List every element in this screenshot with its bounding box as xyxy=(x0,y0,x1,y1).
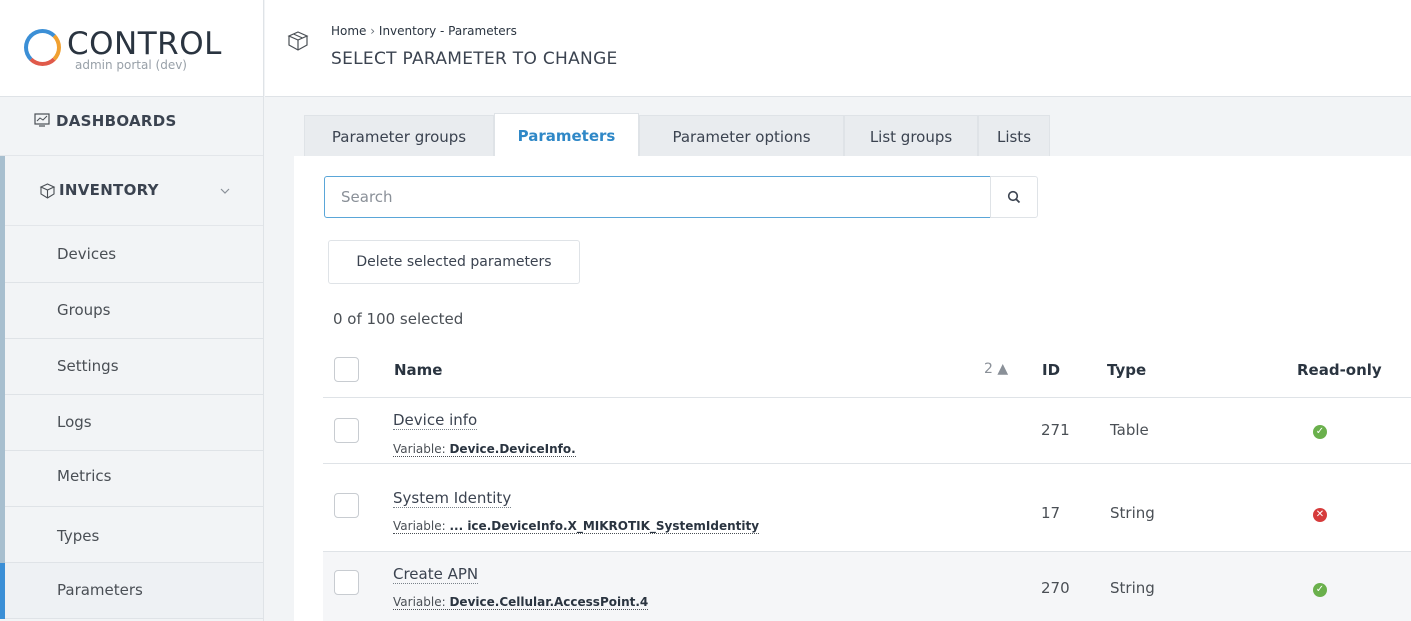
variable-label: Variable: xyxy=(393,442,446,456)
breadcrumb-current: Inventory - Parameters xyxy=(378,24,517,38)
sidebar-item-label: Settings xyxy=(57,357,119,375)
page-header: Home › Inventory - Parameters SELECT PAR… xyxy=(265,0,1411,97)
tab-parameter-groups[interactable]: Parameter groups xyxy=(304,115,494,157)
app-title: CONTROL xyxy=(67,26,222,62)
row-type: String xyxy=(1110,579,1155,597)
row-variable: Variable: Device.Cellular.AccessPoint.4 xyxy=(393,595,649,610)
delete-selected-button[interactable]: Delete selected parameters xyxy=(328,240,580,284)
row-id: 271 xyxy=(1041,421,1070,439)
column-header-type[interactable]: Type xyxy=(1107,361,1146,379)
logo[interactable]: CONTROL admin portal (dev) xyxy=(0,0,263,97)
variable-value: Device.Cellular.AccessPoint.4 xyxy=(449,595,649,609)
chevron-down-icon[interactable] xyxy=(220,188,230,195)
row-name-link[interactable]: Device info xyxy=(393,412,478,430)
search-icon xyxy=(1007,190,1021,204)
sidebar-dashboards-label: DASHBOARDS xyxy=(56,112,177,130)
sidebar-item-label: Metrics xyxy=(57,467,112,485)
row-checkbox[interactable] xyxy=(334,493,359,518)
inventory-accent-bar-upper xyxy=(0,156,5,563)
row-variable: Variable: Device.DeviceInfo. xyxy=(393,442,576,457)
variable-label: Variable: xyxy=(393,595,446,609)
tab-list-groups[interactable]: List groups xyxy=(844,115,978,157)
selection-count: 0 of 100 selected xyxy=(333,310,464,328)
row-type: Table xyxy=(1110,421,1149,439)
sidebar-item-dashboards[interactable]: DASHBOARDS xyxy=(0,98,263,156)
tab-lists[interactable]: Lists xyxy=(978,115,1050,157)
readonly-yes-icon: ✓ xyxy=(1313,425,1327,439)
search-button[interactable] xyxy=(990,176,1038,218)
row-variable: Variable: ... ice.DeviceInfo.X_MIKROTIK_… xyxy=(393,519,760,534)
breadcrumb-home-link[interactable]: Home xyxy=(331,24,366,38)
tab-label: Parameters xyxy=(517,126,616,145)
logo-ring-icon xyxy=(24,29,61,66)
sidebar-item-settings[interactable]: Settings xyxy=(0,339,263,395)
sidebar-item-parameters[interactable]: Parameters xyxy=(0,563,263,619)
sidebar-item-inventory[interactable]: INVENTORY xyxy=(0,156,263,226)
sidebar-item-label: Types xyxy=(57,527,100,545)
sidebar-item-types[interactable]: Types xyxy=(0,507,263,563)
page-title: SELECT PARAMETER TO CHANGE xyxy=(331,49,618,69)
column-header-name[interactable]: Name xyxy=(394,361,442,379)
tab-label: Parameter groups xyxy=(331,127,467,146)
row-type: String xyxy=(1110,504,1155,522)
sort-indicator[interactable]: 2 ▲ xyxy=(984,361,1008,377)
breadcrumb-separator: › xyxy=(370,24,376,38)
readonly-no-icon: ✕ xyxy=(1313,508,1327,522)
row-checkbox[interactable] xyxy=(334,570,359,595)
dashboard-icon xyxy=(34,113,50,127)
table-row[interactable]: Device info Variable: Device.DeviceInfo.… xyxy=(323,398,1411,464)
table-row[interactable]: Create APN Variable: Device.Cellular.Acc… xyxy=(323,552,1411,621)
column-header-readonly[interactable]: Read-only xyxy=(1297,361,1382,379)
sidebar-item-devices[interactable]: Devices xyxy=(0,227,263,283)
row-id: 270 xyxy=(1041,579,1070,597)
row-name-link[interactable]: Create APN xyxy=(393,566,479,584)
breadcrumb: Home › Inventory - Parameters xyxy=(331,24,517,38)
sidebar-item-logs[interactable]: Logs xyxy=(0,395,263,451)
sidebar-inventory-label: INVENTORY xyxy=(59,181,159,199)
row-name-link[interactable]: System Identity xyxy=(393,490,512,508)
tab-label: Parameter options xyxy=(672,127,811,146)
tab-parameters[interactable]: Parameters xyxy=(494,113,639,157)
active-item-indicator xyxy=(0,563,5,619)
tab-label: Lists xyxy=(996,127,1032,146)
table-row[interactable]: System Identity Variable: ... ice.Device… xyxy=(323,464,1411,552)
inventory-box-icon xyxy=(39,183,56,199)
inventory-box-icon xyxy=(287,31,309,51)
row-checkbox[interactable] xyxy=(334,418,359,443)
row-id: 17 xyxy=(1041,504,1061,522)
tab-parameter-options[interactable]: Parameter options xyxy=(639,115,844,157)
select-all-checkbox[interactable] xyxy=(334,357,359,382)
readonly-yes-icon: ✓ xyxy=(1313,583,1327,597)
variable-value: Device.DeviceInfo. xyxy=(449,442,576,456)
variable-label: Variable: xyxy=(393,519,446,533)
sidebar-item-metrics[interactable]: Metrics xyxy=(0,451,263,507)
sidebar-item-label: Parameters xyxy=(57,581,143,599)
column-header-id[interactable]: ID xyxy=(1042,361,1060,379)
app-subtitle: admin portal (dev) xyxy=(75,58,187,72)
sidebar-item-groups[interactable]: Groups xyxy=(0,283,263,339)
sidebar-item-label: Groups xyxy=(57,301,111,319)
tab-label: List groups xyxy=(869,127,953,146)
sidebar-item-label: Logs xyxy=(57,413,92,431)
search-input[interactable] xyxy=(324,176,991,218)
variable-value: ... ice.DeviceInfo.X_MIKROTIK_SystemIden… xyxy=(449,519,760,533)
sidebar-item-label: Devices xyxy=(57,245,117,263)
